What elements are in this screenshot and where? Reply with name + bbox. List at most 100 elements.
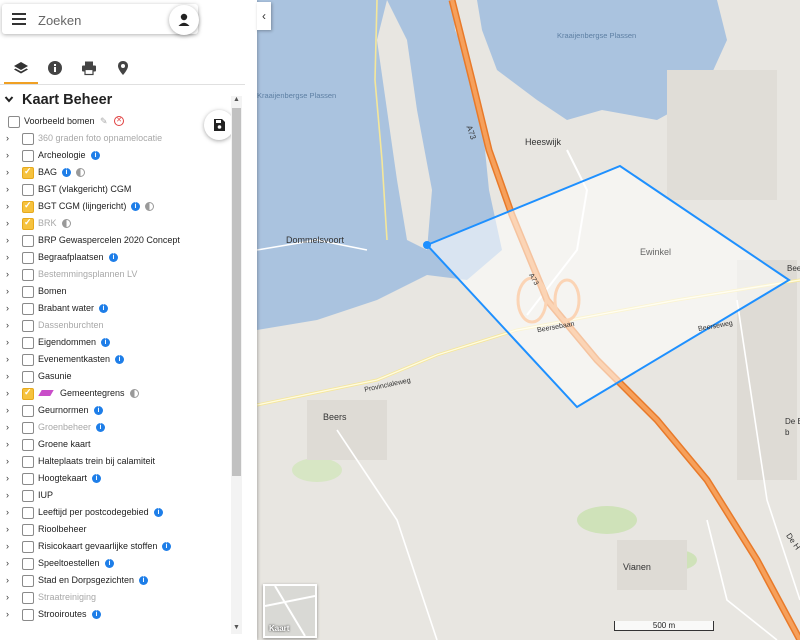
info-icon[interactable]: i [162,542,171,551]
layer-checkbox[interactable] [22,371,34,383]
layer-row[interactable]: › Bomen [0,284,230,301]
layer-row[interactable]: › Stad en Dorpsgezichten i [0,573,230,590]
expand-icon[interactable]: › [6,150,9,160]
layer-checkbox[interactable] [22,235,34,247]
info-icon[interactable]: i [92,474,101,483]
layer-row[interactable]: › Geurnormen i [0,403,230,420]
layer-row[interactable]: › BGT (vlakgericht) CGM [0,182,230,199]
opacity-icon[interactable] [130,389,139,398]
layer-checkbox[interactable] [22,166,34,179]
layer-row[interactable]: › BGT CGM (lijngericht) i [0,199,230,216]
layer-checkbox[interactable] [22,558,34,570]
layer-checkbox[interactable] [22,456,34,468]
map-view[interactable]: Kraaijenbergse Plassen Kraaijenbergse Pl… [257,0,800,640]
info-icon[interactable]: i [139,576,148,585]
info-icon[interactable]: i [92,610,101,619]
expand-icon[interactable]: › [6,252,9,262]
layer-checkbox[interactable] [8,116,20,128]
layer-checkbox[interactable] [22,387,34,400]
user-button[interactable] [169,5,199,35]
layer-checkbox[interactable] [22,490,34,502]
info-icon[interactable]: i [131,202,140,211]
layer-checkbox[interactable] [22,337,34,349]
layer-row[interactable]: › Dassenburchten [0,318,230,335]
info-icon[interactable]: i [101,338,110,347]
layer-row[interactable]: › Leeftijd per postcodegebied i [0,505,230,522]
info-icon[interactable]: i [94,406,103,415]
layer-checkbox[interactable] [22,592,34,604]
layer-row[interactable]: › BRP Gewaspercelen 2020 Concept [0,233,230,250]
map-canvas[interactable] [257,0,800,640]
layer-row[interactable]: › Straatreiniging [0,590,230,607]
expand-icon[interactable]: › [6,405,9,415]
collapse-panel-button[interactable]: ‹ [257,2,271,30]
scroll-down-icon[interactable]: ▼ [231,624,242,634]
layer-checkbox[interactable] [22,150,34,162]
layer-row[interactable]: › Halteplaats trein bij calamiteit [0,454,230,471]
layer-row[interactable]: › BAG i [0,165,230,182]
expand-icon[interactable]: › [6,388,9,398]
info-icon[interactable]: i [115,355,124,364]
info-icon[interactable]: i [62,168,71,177]
layer-checkbox[interactable] [22,507,34,519]
expand-icon[interactable]: › [6,609,9,619]
layer-row[interactable]: › IUP [0,488,230,505]
layer-checkbox[interactable] [22,541,34,553]
expand-icon[interactable]: › [6,201,9,211]
layer-row[interactable]: › Begraafplaatsen i [0,250,230,267]
edit-icon[interactable]: ✎ [100,116,108,127]
info-icon[interactable]: i [99,304,108,313]
layer-row[interactable]: › Evenementkasten i [0,352,230,369]
tab-info[interactable] [38,54,72,82]
expand-icon[interactable]: › [6,218,9,228]
layer-row[interactable]: › Speeltoestellen i [0,556,230,573]
basemap-switcher[interactable]: Kaart [263,584,317,638]
scroll-up-icon[interactable]: ▲ [231,96,242,106]
remove-icon[interactable]: ✕ [114,116,124,126]
opacity-icon[interactable] [76,168,85,177]
layer-checkbox[interactable] [22,405,34,417]
layer-row[interactable]: › Brabant water i [0,301,230,318]
expand-icon[interactable]: › [6,337,9,347]
expand-icon[interactable]: › [6,541,9,551]
expand-icon[interactable]: › [6,473,9,483]
layer-checkbox[interactable] [22,133,34,145]
layer-row[interactable]: › Gemeentegrens [0,386,230,403]
layer-row[interactable]: › Archeologie i [0,148,230,165]
tab-layers[interactable] [4,54,38,84]
layer-checkbox[interactable] [22,269,34,281]
layer-row[interactable]: Voorbeeld bomen ✎ ✕ [0,114,230,131]
layer-row[interactable]: › Groene kaart [0,437,230,454]
expand-icon[interactable]: › [6,524,9,534]
layer-checkbox[interactable] [22,609,34,621]
tab-location[interactable] [106,54,140,82]
layer-row[interactable]: › Rioolbeheer [0,522,230,539]
info-icon[interactable]: i [109,253,118,262]
expand-icon[interactable]: › [6,592,9,602]
expand-icon[interactable]: › [6,439,9,449]
info-icon[interactable]: i [96,423,105,432]
info-icon[interactable]: i [91,151,100,160]
layer-row[interactable]: › Hoogtekaart i [0,471,230,488]
layer-checkbox[interactable] [22,320,34,332]
layer-checkbox[interactable] [22,473,34,485]
layer-row[interactable]: › Groenbeheer i [0,420,230,437]
section-header[interactable]: Kaart Beheer [4,92,112,112]
layer-row[interactable]: › Bestemmingsplannen LV [0,267,230,284]
expand-icon[interactable]: › [6,184,9,194]
opacity-icon[interactable] [145,202,154,211]
expand-icon[interactable]: › [6,558,9,568]
layer-row[interactable]: › Strooiroutes i [0,607,230,624]
expand-icon[interactable]: › [6,167,9,177]
tab-print[interactable] [72,54,106,82]
expand-icon[interactable]: › [6,235,9,245]
expand-icon[interactable]: › [6,269,9,279]
info-icon[interactable]: i [154,508,163,517]
layer-checkbox[interactable] [22,354,34,366]
layer-checkbox[interactable] [22,524,34,536]
hamburger-icon[interactable] [12,13,26,25]
expand-icon[interactable]: › [6,490,9,500]
layer-checkbox[interactable] [22,422,34,434]
layer-checkbox[interactable] [22,252,34,264]
layer-checkbox[interactable] [22,575,34,587]
